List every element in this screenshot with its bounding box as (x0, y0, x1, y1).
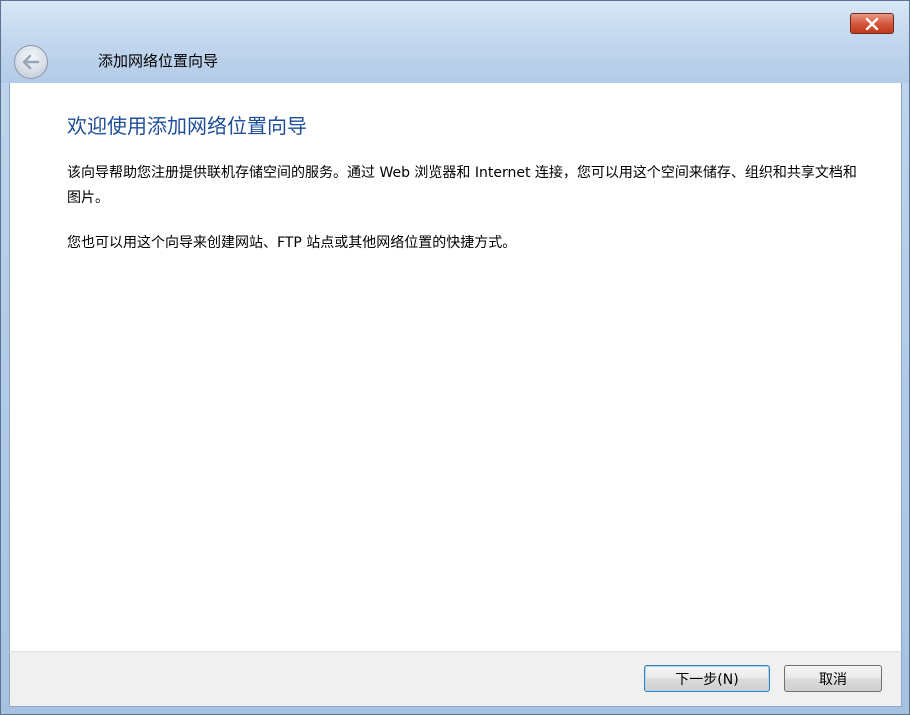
description-paragraph: 该向导帮助您注册提供联机存储空间的服务。通过 Web 浏览器和 Internet… (67, 165, 857, 206)
close-button[interactable] (850, 13, 894, 34)
next-button[interactable]: 下一步(N) (644, 665, 770, 692)
back-arrow-icon (22, 54, 40, 70)
title-bar: 添加网络位置向导 (1, 1, 909, 83)
cancel-button[interactable]: 取消 (784, 665, 882, 692)
button-bar: 下一步(N) 取消 (9, 651, 902, 707)
back-button[interactable] (14, 45, 48, 79)
shortcut-paragraph: 您也可以用这个向导来创建网站、FTP 站点或其他网络位置的快捷方式。 (67, 235, 517, 251)
wizard-window: 添加网络位置向导 欢迎使用添加网络位置向导 该向导帮助您注册提供联机存储空间的服… (0, 0, 910, 715)
content-area: 欢迎使用添加网络位置向导 该向导帮助您注册提供联机存储空间的服务。通过 Web … (9, 83, 902, 651)
wizard-title: 添加网络位置向导 (98, 52, 219, 70)
page-heading: 欢迎使用添加网络位置向导 (67, 114, 307, 138)
close-x-icon (865, 17, 879, 30)
